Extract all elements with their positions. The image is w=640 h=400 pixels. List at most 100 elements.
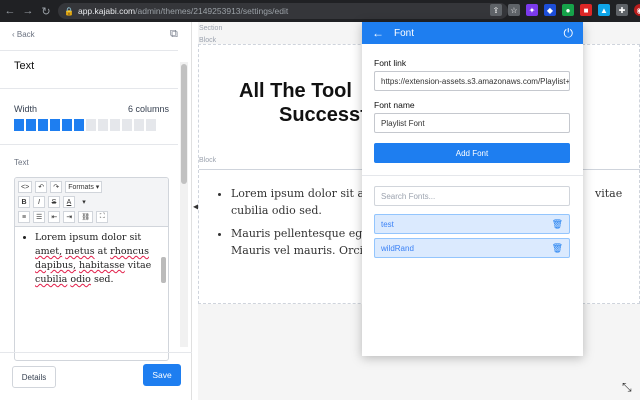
source-code-button[interactable]: <> xyxy=(18,181,33,193)
redo-button[interactable]: ↷ xyxy=(50,181,63,193)
back-arrow-icon[interactable]: ← xyxy=(2,5,18,17)
divider xyxy=(0,50,178,51)
divider xyxy=(0,88,178,89)
font-link-input[interactable]: https://extension-assets.s3.amazonaws.co… xyxy=(374,71,570,91)
forward-arrow-icon[interactable]: → xyxy=(20,5,36,17)
scrollbar-thumb[interactable] xyxy=(181,64,187,184)
editor-text: at xyxy=(97,246,108,257)
trash-icon[interactable]: 🗑 xyxy=(552,219,563,230)
indent-button[interactable]: ⇥ xyxy=(63,211,76,223)
column-segment[interactable] xyxy=(26,119,36,131)
width-column-selector[interactable] xyxy=(14,119,156,131)
content-text-line: Lorem ipsum dolor sit am xyxy=(231,187,375,200)
font-extension-popup: ← Font ⏻ Font link https://extension-ass… xyxy=(362,22,583,356)
editor-text: amet, xyxy=(35,246,63,257)
extension-icon[interactable]: ■ xyxy=(580,4,592,16)
puzzle-icon[interactable]: ✚ xyxy=(616,4,628,16)
column-segment[interactable] xyxy=(62,119,72,131)
width-value: 6 columns xyxy=(128,104,170,114)
star-icon[interactable]: ☆ xyxy=(508,4,520,16)
font-list-item[interactable]: wildRand 🗑 xyxy=(374,238,570,258)
extension-icon[interactable]: ◆ xyxy=(544,4,556,16)
column-segment[interactable] xyxy=(14,119,24,131)
bullet-list-button[interactable]: ☰ xyxy=(33,211,46,223)
bold-button[interactable]: B xyxy=(18,196,30,208)
content-text-line: Mauris pellentesque eget xyxy=(231,227,374,240)
column-segment[interactable] xyxy=(146,119,156,131)
divider xyxy=(0,144,178,145)
panel-title: Text xyxy=(14,60,35,72)
lock-icon: 🔒 xyxy=(64,6,74,16)
search-fonts-input[interactable]: Search Fonts... xyxy=(374,186,570,206)
strikethrough-button[interactable]: S xyxy=(48,196,60,208)
popup-header: ← Font xyxy=(362,22,583,44)
formats-dropdown[interactable]: Formats ▾ xyxy=(65,181,103,193)
reload-icon[interactable]: ↻ xyxy=(38,5,54,18)
editor-content[interactable]: Lorem ipsum dolor sit amet, metus at rho… xyxy=(15,227,168,287)
extension-icon[interactable]: ✦ xyxy=(526,4,538,16)
undo-button[interactable]: ↶ xyxy=(35,181,48,193)
font-name: test xyxy=(381,219,394,229)
editor-toolbar: <> ↶ ↷ Formats ▾ B I S A ▾ ≡ ☰ ⇤ ⇥ ⛓ ⛶ xyxy=(15,178,168,227)
editor-text: metus xyxy=(65,246,95,257)
editor-text: odio xyxy=(70,274,91,285)
editor-text: cubilia xyxy=(35,274,68,285)
outdent-button[interactable]: ⇤ xyxy=(48,211,61,223)
extension-icon[interactable]: ● xyxy=(562,4,574,16)
details-button[interactable]: Details xyxy=(12,366,56,388)
extension-icons: ⇪ ☆ ✦ ◆ ● ■ ▲ ✚ ◉ ⋮ xyxy=(490,4,640,16)
content-text-line: cubilia odio sed. xyxy=(231,204,322,217)
content-text-line: Mauris vel mauris. Orci l xyxy=(231,244,371,257)
settings-panel: ‹ Back ⧉ Text Width 6 columns Text <> ↶ … xyxy=(0,22,192,400)
link-button[interactable]: ⛓ xyxy=(78,211,94,223)
italic-button[interactable]: I xyxy=(33,196,45,208)
editor-text: habitasse xyxy=(79,260,125,271)
text-color-button[interactable]: A xyxy=(63,196,75,208)
address-bar[interactable]: 🔒 app.kajabi.com /admin/themes/214925391… xyxy=(58,3,508,19)
column-segment[interactable] xyxy=(122,119,132,131)
column-segment[interactable] xyxy=(74,119,84,131)
column-segment[interactable] xyxy=(38,119,48,131)
hero-heading-line2: Successf xyxy=(279,104,367,126)
font-name: wildRand xyxy=(381,243,414,253)
content-text-line: vitae xyxy=(595,187,623,200)
avatar[interactable]: ◉ xyxy=(634,4,640,16)
back-arrow-icon[interactable]: ← xyxy=(372,26,384,40)
url-domain: app.kajabi.com xyxy=(77,6,136,16)
align-button[interactable]: ≡ xyxy=(18,211,30,223)
column-segment[interactable] xyxy=(110,119,120,131)
editor-text: Lorem ipsum dolor sit xyxy=(35,232,142,243)
add-font-button[interactable]: Add Font xyxy=(374,143,570,163)
url-path: /admin/themes/2149253913/settings/edit xyxy=(135,6,289,16)
editor-text: dapibus, xyxy=(35,260,76,271)
panel-scrollbar[interactable] xyxy=(180,62,188,347)
editor-scrollbar[interactable] xyxy=(161,257,166,283)
share-icon[interactable]: ⇪ xyxy=(490,4,502,16)
column-segment[interactable] xyxy=(134,119,144,131)
text-field-label: Text xyxy=(14,158,29,167)
font-name-input[interactable]: Playlist Font xyxy=(374,113,570,133)
popup-title: Font xyxy=(394,27,415,39)
divider xyxy=(362,175,583,176)
column-segment[interactable] xyxy=(50,119,60,131)
back-link[interactable]: ‹ Back xyxy=(12,30,35,39)
column-segment[interactable] xyxy=(86,119,96,131)
list-item: Lorem ipsum dolor sit amet, metus at rho… xyxy=(35,231,162,287)
column-segment[interactable] xyxy=(98,119,108,131)
editor-text: rhoncus xyxy=(110,246,149,257)
text-color-caret-icon[interactable]: ▾ xyxy=(78,196,90,208)
font-list-item[interactable]: test 🗑 xyxy=(374,214,570,234)
trash-icon[interactable]: 🗑 xyxy=(552,243,563,254)
extension-icon[interactable]: ▲ xyxy=(598,4,610,16)
rich-text-editor[interactable]: <> ↶ ↷ Formats ▾ B I S A ▾ ≡ ☰ ⇤ ⇥ ⛓ ⛶ •… xyxy=(14,177,169,361)
fullscreen-button[interactable]: ⛶ xyxy=(96,211,109,223)
resize-handle-icon[interactable]: ⤡ xyxy=(622,380,632,395)
editor-text: vitae xyxy=(127,260,152,271)
font-link-label: Font link xyxy=(374,58,407,68)
block-label: Block xyxy=(199,37,217,44)
logout-icon[interactable]: ⏻ xyxy=(564,26,574,41)
divider xyxy=(0,352,192,353)
external-edit-icon[interactable]: ⧉ xyxy=(170,28,178,41)
block-label: Block xyxy=(199,157,217,164)
save-button[interactable]: Save xyxy=(143,364,181,386)
